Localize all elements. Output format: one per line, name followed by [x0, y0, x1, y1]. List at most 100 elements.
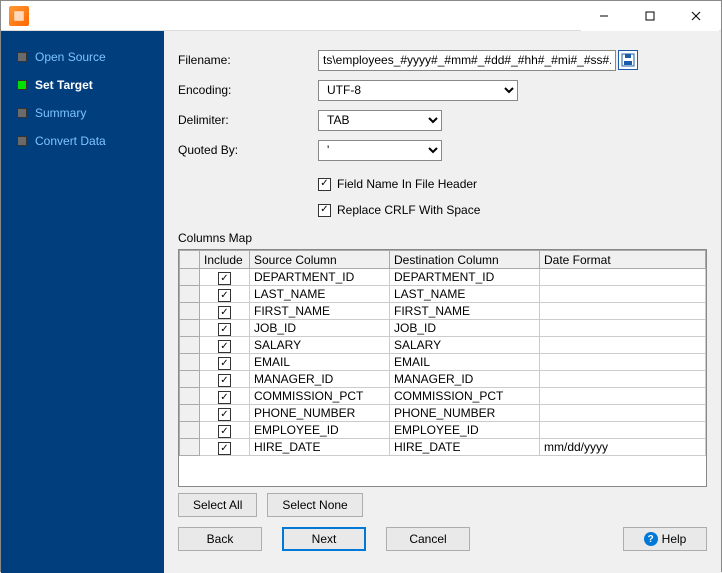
destination-cell[interactable]: HIRE_DATE	[390, 439, 540, 456]
row-header[interactable]	[180, 337, 200, 354]
quoted-select[interactable]: '	[318, 140, 442, 161]
include-cell[interactable]	[200, 439, 250, 456]
include-cell[interactable]	[200, 286, 250, 303]
replace-crlf-checkbox[interactable]	[318, 204, 331, 217]
table-row[interactable]: LAST_NAMELAST_NAME	[180, 286, 706, 303]
include-checkbox[interactable]	[218, 323, 231, 336]
source-cell[interactable]: EMPLOYEE_ID	[250, 422, 390, 439]
destination-cell[interactable]: LAST_NAME	[390, 286, 540, 303]
include-checkbox[interactable]	[218, 272, 231, 285]
minimize-button[interactable]	[581, 1, 627, 31]
include-checkbox[interactable]	[218, 306, 231, 319]
encoding-select[interactable]: UTF-8	[318, 80, 518, 101]
date-format-cell[interactable]	[540, 303, 706, 320]
source-cell[interactable]: LAST_NAME	[250, 286, 390, 303]
include-header[interactable]: Include	[200, 251, 250, 269]
include-checkbox[interactable]	[218, 391, 231, 404]
table-row[interactable]: MANAGER_IDMANAGER_ID	[180, 371, 706, 388]
include-cell[interactable]	[200, 320, 250, 337]
back-button[interactable]: Back	[178, 527, 262, 551]
browse-button[interactable]	[618, 50, 638, 70]
sidebar-item-summary[interactable]: Summary	[1, 99, 164, 127]
include-cell[interactable]	[200, 422, 250, 439]
field-header-checkbox[interactable]	[318, 178, 331, 191]
next-button[interactable]: Next	[282, 527, 366, 551]
destination-cell[interactable]: COMMISSION_PCT	[390, 388, 540, 405]
include-checkbox[interactable]	[218, 408, 231, 421]
maximize-button[interactable]	[627, 1, 673, 31]
table-row[interactable]: FIRST_NAMEFIRST_NAME	[180, 303, 706, 320]
include-cell[interactable]	[200, 269, 250, 286]
date-format-cell[interactable]	[540, 371, 706, 388]
row-header[interactable]	[180, 371, 200, 388]
date-format-cell[interactable]	[540, 405, 706, 422]
include-cell[interactable]	[200, 354, 250, 371]
destination-header[interactable]: Destination Column	[390, 251, 540, 269]
table-row[interactable]: SALARYSALARY	[180, 337, 706, 354]
date-format-cell[interactable]	[540, 269, 706, 286]
row-header[interactable]	[180, 354, 200, 371]
filename-input[interactable]	[318, 50, 616, 71]
source-cell[interactable]: MANAGER_ID	[250, 371, 390, 388]
source-cell[interactable]: HIRE_DATE	[250, 439, 390, 456]
row-header[interactable]	[180, 286, 200, 303]
include-cell[interactable]	[200, 337, 250, 354]
sidebar-item-open-source[interactable]: Open Source	[1, 43, 164, 71]
destination-cell[interactable]: FIRST_NAME	[390, 303, 540, 320]
date-format-cell[interactable]	[540, 354, 706, 371]
date-format-header[interactable]: Date Format	[540, 251, 706, 269]
include-cell[interactable]	[200, 405, 250, 422]
table-row[interactable]: EMPLOYEE_IDEMPLOYEE_ID	[180, 422, 706, 439]
row-header[interactable]	[180, 422, 200, 439]
include-cell[interactable]	[200, 371, 250, 388]
include-checkbox[interactable]	[218, 425, 231, 438]
include-cell[interactable]	[200, 388, 250, 405]
row-header[interactable]	[180, 320, 200, 337]
row-header[interactable]	[180, 388, 200, 405]
select-all-button[interactable]: Select All	[178, 493, 257, 517]
date-format-cell[interactable]	[540, 388, 706, 405]
sidebar-item-set-target[interactable]: Set Target	[1, 71, 164, 99]
source-cell[interactable]: COMMISSION_PCT	[250, 388, 390, 405]
date-format-cell[interactable]: mm/dd/yyyy	[540, 439, 706, 456]
source-cell[interactable]: JOB_ID	[250, 320, 390, 337]
include-checkbox[interactable]	[218, 289, 231, 302]
destination-cell[interactable]: DEPARTMENT_ID	[390, 269, 540, 286]
destination-cell[interactable]: EMAIL	[390, 354, 540, 371]
table-row[interactable]: EMAILEMAIL	[180, 354, 706, 371]
source-cell[interactable]: FIRST_NAME	[250, 303, 390, 320]
source-cell[interactable]: DEPARTMENT_ID	[250, 269, 390, 286]
destination-cell[interactable]: JOB_ID	[390, 320, 540, 337]
destination-cell[interactable]: SALARY	[390, 337, 540, 354]
include-checkbox[interactable]	[218, 442, 231, 455]
include-checkbox[interactable]	[218, 357, 231, 370]
destination-cell[interactable]: MANAGER_ID	[390, 371, 540, 388]
source-cell[interactable]: EMAIL	[250, 354, 390, 371]
table-row[interactable]: PHONE_NUMBERPHONE_NUMBER	[180, 405, 706, 422]
row-header[interactable]	[180, 303, 200, 320]
include-checkbox[interactable]	[218, 374, 231, 387]
source-header[interactable]: Source Column	[250, 251, 390, 269]
select-none-button[interactable]: Select None	[267, 493, 362, 517]
source-cell[interactable]: PHONE_NUMBER	[250, 405, 390, 422]
row-header[interactable]	[180, 439, 200, 456]
help-button[interactable]: ? Help	[623, 527, 707, 551]
destination-cell[interactable]: EMPLOYEE_ID	[390, 422, 540, 439]
include-checkbox[interactable]	[218, 340, 231, 353]
sidebar-item-convert-data[interactable]: Convert Data	[1, 127, 164, 155]
date-format-cell[interactable]	[540, 320, 706, 337]
include-cell[interactable]	[200, 303, 250, 320]
date-format-cell[interactable]	[540, 286, 706, 303]
table-row[interactable]: HIRE_DATEHIRE_DATEmm/dd/yyyy	[180, 439, 706, 456]
close-button[interactable]	[673, 1, 719, 31]
cancel-button[interactable]: Cancel	[386, 527, 470, 551]
destination-cell[interactable]: PHONE_NUMBER	[390, 405, 540, 422]
row-header[interactable]	[180, 269, 200, 286]
table-row[interactable]: DEPARTMENT_IDDEPARTMENT_ID	[180, 269, 706, 286]
table-row[interactable]: COMMISSION_PCTCOMMISSION_PCT	[180, 388, 706, 405]
table-row[interactable]: JOB_IDJOB_ID	[180, 320, 706, 337]
date-format-cell[interactable]	[540, 337, 706, 354]
delimiter-select[interactable]: TAB	[318, 110, 442, 131]
row-header[interactable]	[180, 405, 200, 422]
date-format-cell[interactable]	[540, 422, 706, 439]
